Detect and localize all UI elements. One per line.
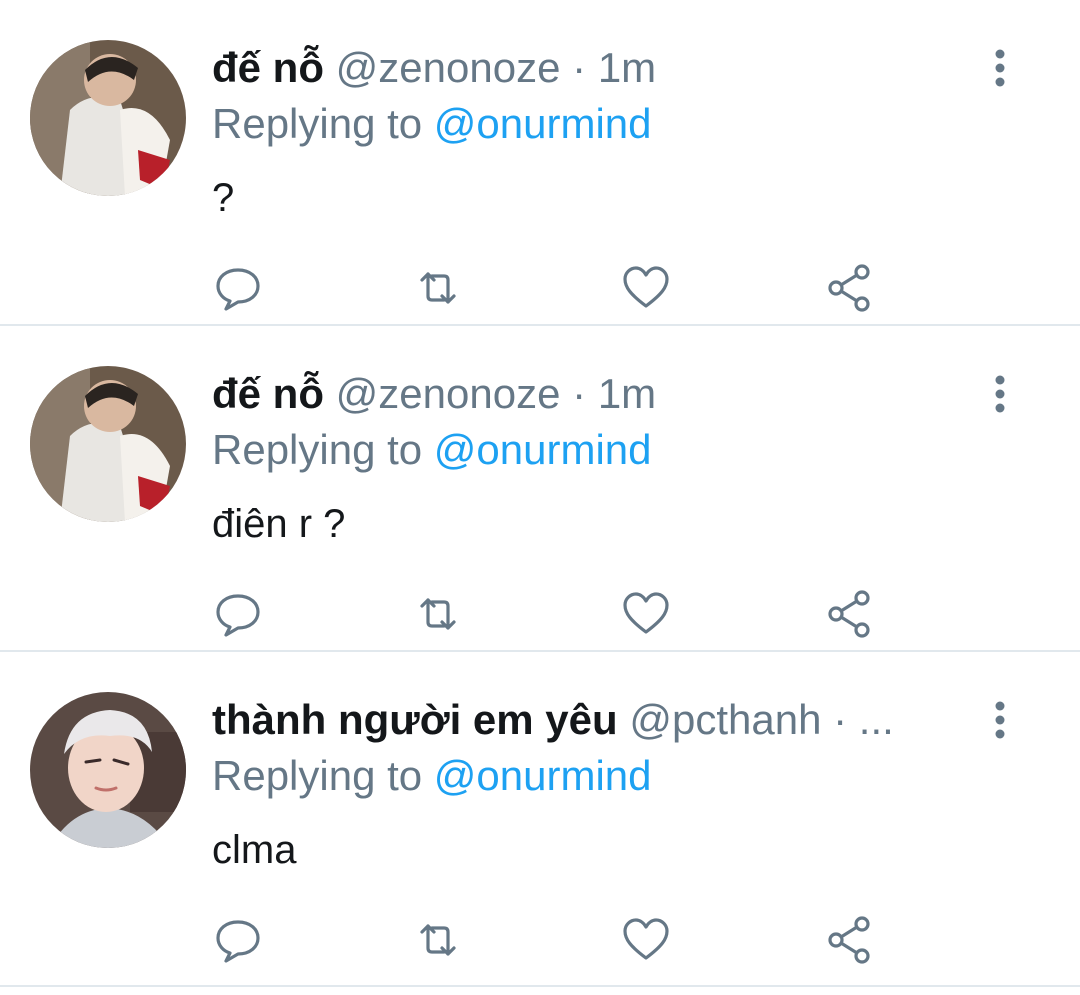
user-photo-avatar-icon: [30, 366, 186, 522]
reply-mention-link[interactable]: @onurmind: [434, 100, 652, 147]
display-name[interactable]: thành người em yêu: [212, 696, 618, 743]
tweet-text: ?: [212, 176, 235, 220]
replying-to-line: Replying to @onurmind: [212, 424, 652, 476]
timestamp[interactable]: 1m: [598, 44, 656, 91]
tweet-item[interactable]: đế nỗ @zenonoze · 1m Replying to @onurmi…: [0, 0, 1080, 326]
avatar[interactable]: [30, 40, 186, 196]
separator-dot: ·: [572, 370, 587, 417]
retweet-icon: [420, 598, 456, 630]
retweet-icon: [420, 272, 456, 304]
share-icon: [828, 916, 870, 964]
reply-button[interactable]: [212, 914, 264, 966]
tweet-item[interactable]: đế nỗ @zenonoze · 1m Replying to @onurmi…: [0, 326, 1080, 652]
tweet-actions: [212, 588, 892, 644]
truncated-time: ...: [858, 696, 894, 743]
more-options-icon[interactable]: [986, 698, 1014, 742]
display-name[interactable]: đế nỗ: [212, 370, 324, 417]
display-name[interactable]: đế nỗ: [212, 44, 324, 91]
separator-dot: ·: [572, 44, 587, 91]
replying-to-line: Replying to @onurmind: [212, 750, 652, 802]
retweet-button[interactable]: [412, 914, 464, 966]
share-button[interactable]: [824, 914, 876, 966]
tweet-actions: [212, 914, 892, 970]
share-icon: [828, 590, 870, 638]
avatar[interactable]: [30, 366, 186, 522]
retweet-button[interactable]: [412, 588, 464, 640]
separator-dot: ·: [833, 696, 848, 743]
user-handle[interactable]: @pcthanh: [629, 696, 821, 743]
user-photo-avatar-icon: [30, 40, 186, 196]
like-icon: [623, 266, 669, 308]
user-handle[interactable]: @zenonoze: [336, 370, 561, 417]
tweet-text: clma: [212, 828, 297, 872]
user-photo-avatar-icon: [30, 692, 186, 848]
more-options-icon[interactable]: [986, 372, 1014, 416]
tweet-header: đế nỗ @zenonoze · 1m: [212, 368, 656, 420]
reply-icon: [216, 268, 260, 311]
replying-to-label: Replying to: [212, 426, 423, 473]
reply-icon: [216, 920, 260, 963]
share-button[interactable]: [824, 588, 876, 640]
retweet-icon: [420, 924, 456, 956]
tweet-actions: [212, 262, 892, 318]
tweet-item[interactable]: thành người em yêu @pcthanh · ... Replyi…: [0, 652, 1080, 987]
timestamp[interactable]: 1m: [598, 370, 656, 417]
like-icon: [623, 592, 669, 634]
like-button[interactable]: [620, 914, 672, 966]
share-icon: [828, 264, 870, 312]
tweet-text: điên r ?: [212, 502, 346, 546]
like-icon: [623, 918, 669, 960]
retweet-button[interactable]: [412, 262, 464, 314]
like-button[interactable]: [620, 262, 672, 314]
like-button[interactable]: [620, 588, 672, 640]
more-options-icon[interactable]: [986, 46, 1014, 90]
reply-mention-link[interactable]: @onurmind: [434, 426, 652, 473]
avatar[interactable]: [30, 692, 186, 848]
reply-mention-link[interactable]: @onurmind: [434, 752, 652, 799]
replying-to-line: Replying to @onurmind: [212, 98, 652, 150]
tweet-header: thành người em yêu @pcthanh · ...: [212, 694, 894, 746]
share-button[interactable]: [824, 262, 876, 314]
user-handle[interactable]: @zenonoze: [336, 44, 561, 91]
reply-icon: [216, 594, 260, 637]
reply-button[interactable]: [212, 262, 264, 314]
tweet-header: đế nỗ @zenonoze · 1m: [212, 42, 656, 94]
reply-button[interactable]: [212, 588, 264, 640]
replying-to-label: Replying to: [212, 100, 423, 147]
replying-to-label: Replying to: [212, 752, 423, 799]
